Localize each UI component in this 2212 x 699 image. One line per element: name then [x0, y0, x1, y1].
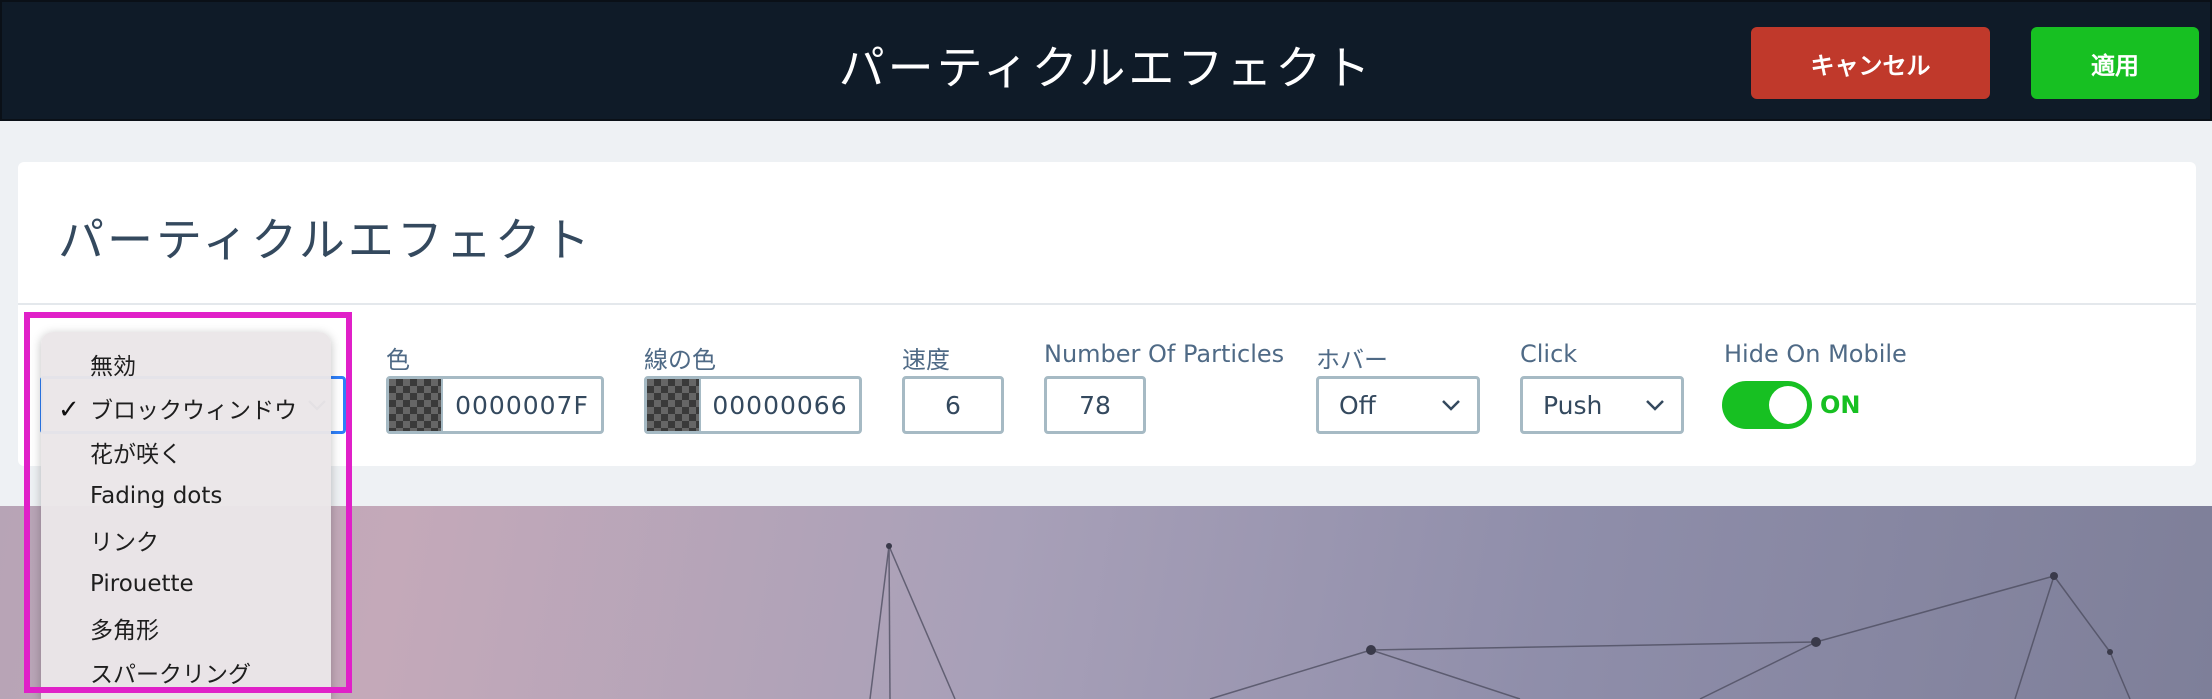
toggle-knob — [1769, 386, 1807, 424]
effect-dropdown-menu: 無効 ✓ ブロックウィンドウ 花が咲く Fading dots リンク Piro… — [41, 332, 331, 699]
line-color-swatch[interactable] — [647, 379, 701, 431]
chevron-down-icon — [1646, 400, 1664, 411]
hover-select[interactable]: Off — [1316, 376, 1480, 434]
hide-mobile-toggle[interactable] — [1722, 381, 1812, 429]
speed-input[interactable]: 6 — [902, 376, 1004, 434]
color-value[interactable]: 0000007F — [443, 379, 601, 431]
menu-item-block-window[interactable]: ✓ ブロックウィンドウ — [41, 388, 331, 428]
line-color-value[interactable]: 00000066 — [701, 379, 859, 431]
menu-item-pirouette[interactable]: Pirouette — [41, 564, 331, 604]
menu-item-link[interactable]: リンク — [41, 520, 331, 560]
toggle-state-text: ON — [1820, 391, 1861, 419]
hover-label: ホバー — [1316, 346, 1388, 374]
panel-title: パーティクルエフェクト — [58, 213, 593, 267]
line-color-label: 線の色 — [644, 346, 716, 374]
line-color-picker[interactable]: 00000066 — [644, 376, 862, 434]
particle-network — [869, 543, 2131, 699]
color-swatch[interactable] — [389, 379, 443, 431]
top-bar: パーティクルエフェクト キャンセル 適用 — [0, 0, 2212, 121]
click-select[interactable]: Push — [1520, 376, 1684, 434]
hide-mobile-label: Hide On Mobile — [1724, 340, 1907, 368]
particles-input[interactable]: 78 — [1044, 376, 1146, 434]
click-label: Click — [1520, 340, 1578, 368]
apply-button[interactable]: 適用 — [2031, 27, 2199, 99]
particle-preview-image — [0, 506, 2212, 699]
color-label: 色 — [386, 346, 410, 374]
menu-item-sparkling[interactable]: スパークリング — [41, 652, 331, 692]
menu-item-bloom[interactable]: 花が咲く — [41, 432, 331, 472]
menu-item-label: ブロックウィンドウ — [90, 398, 297, 424]
chevron-down-icon — [1442, 400, 1460, 411]
particles-label: Number Of Particles — [1044, 340, 1285, 368]
cancel-button[interactable]: キャンセル — [1751, 27, 1990, 99]
menu-item-disabled[interactable]: 無効 — [41, 344, 331, 384]
divider — [18, 303, 2196, 305]
hover-value: Off — [1339, 390, 1376, 420]
speed-label: 速度 — [902, 346, 950, 374]
menu-item-fading-dots[interactable]: Fading dots — [41, 476, 331, 516]
checkmark-icon: ✓ — [58, 395, 80, 425]
color-picker[interactable]: 0000007F — [386, 376, 604, 434]
menu-item-polygon[interactable]: 多角形 — [41, 608, 331, 648]
click-value: Push — [1543, 390, 1603, 420]
